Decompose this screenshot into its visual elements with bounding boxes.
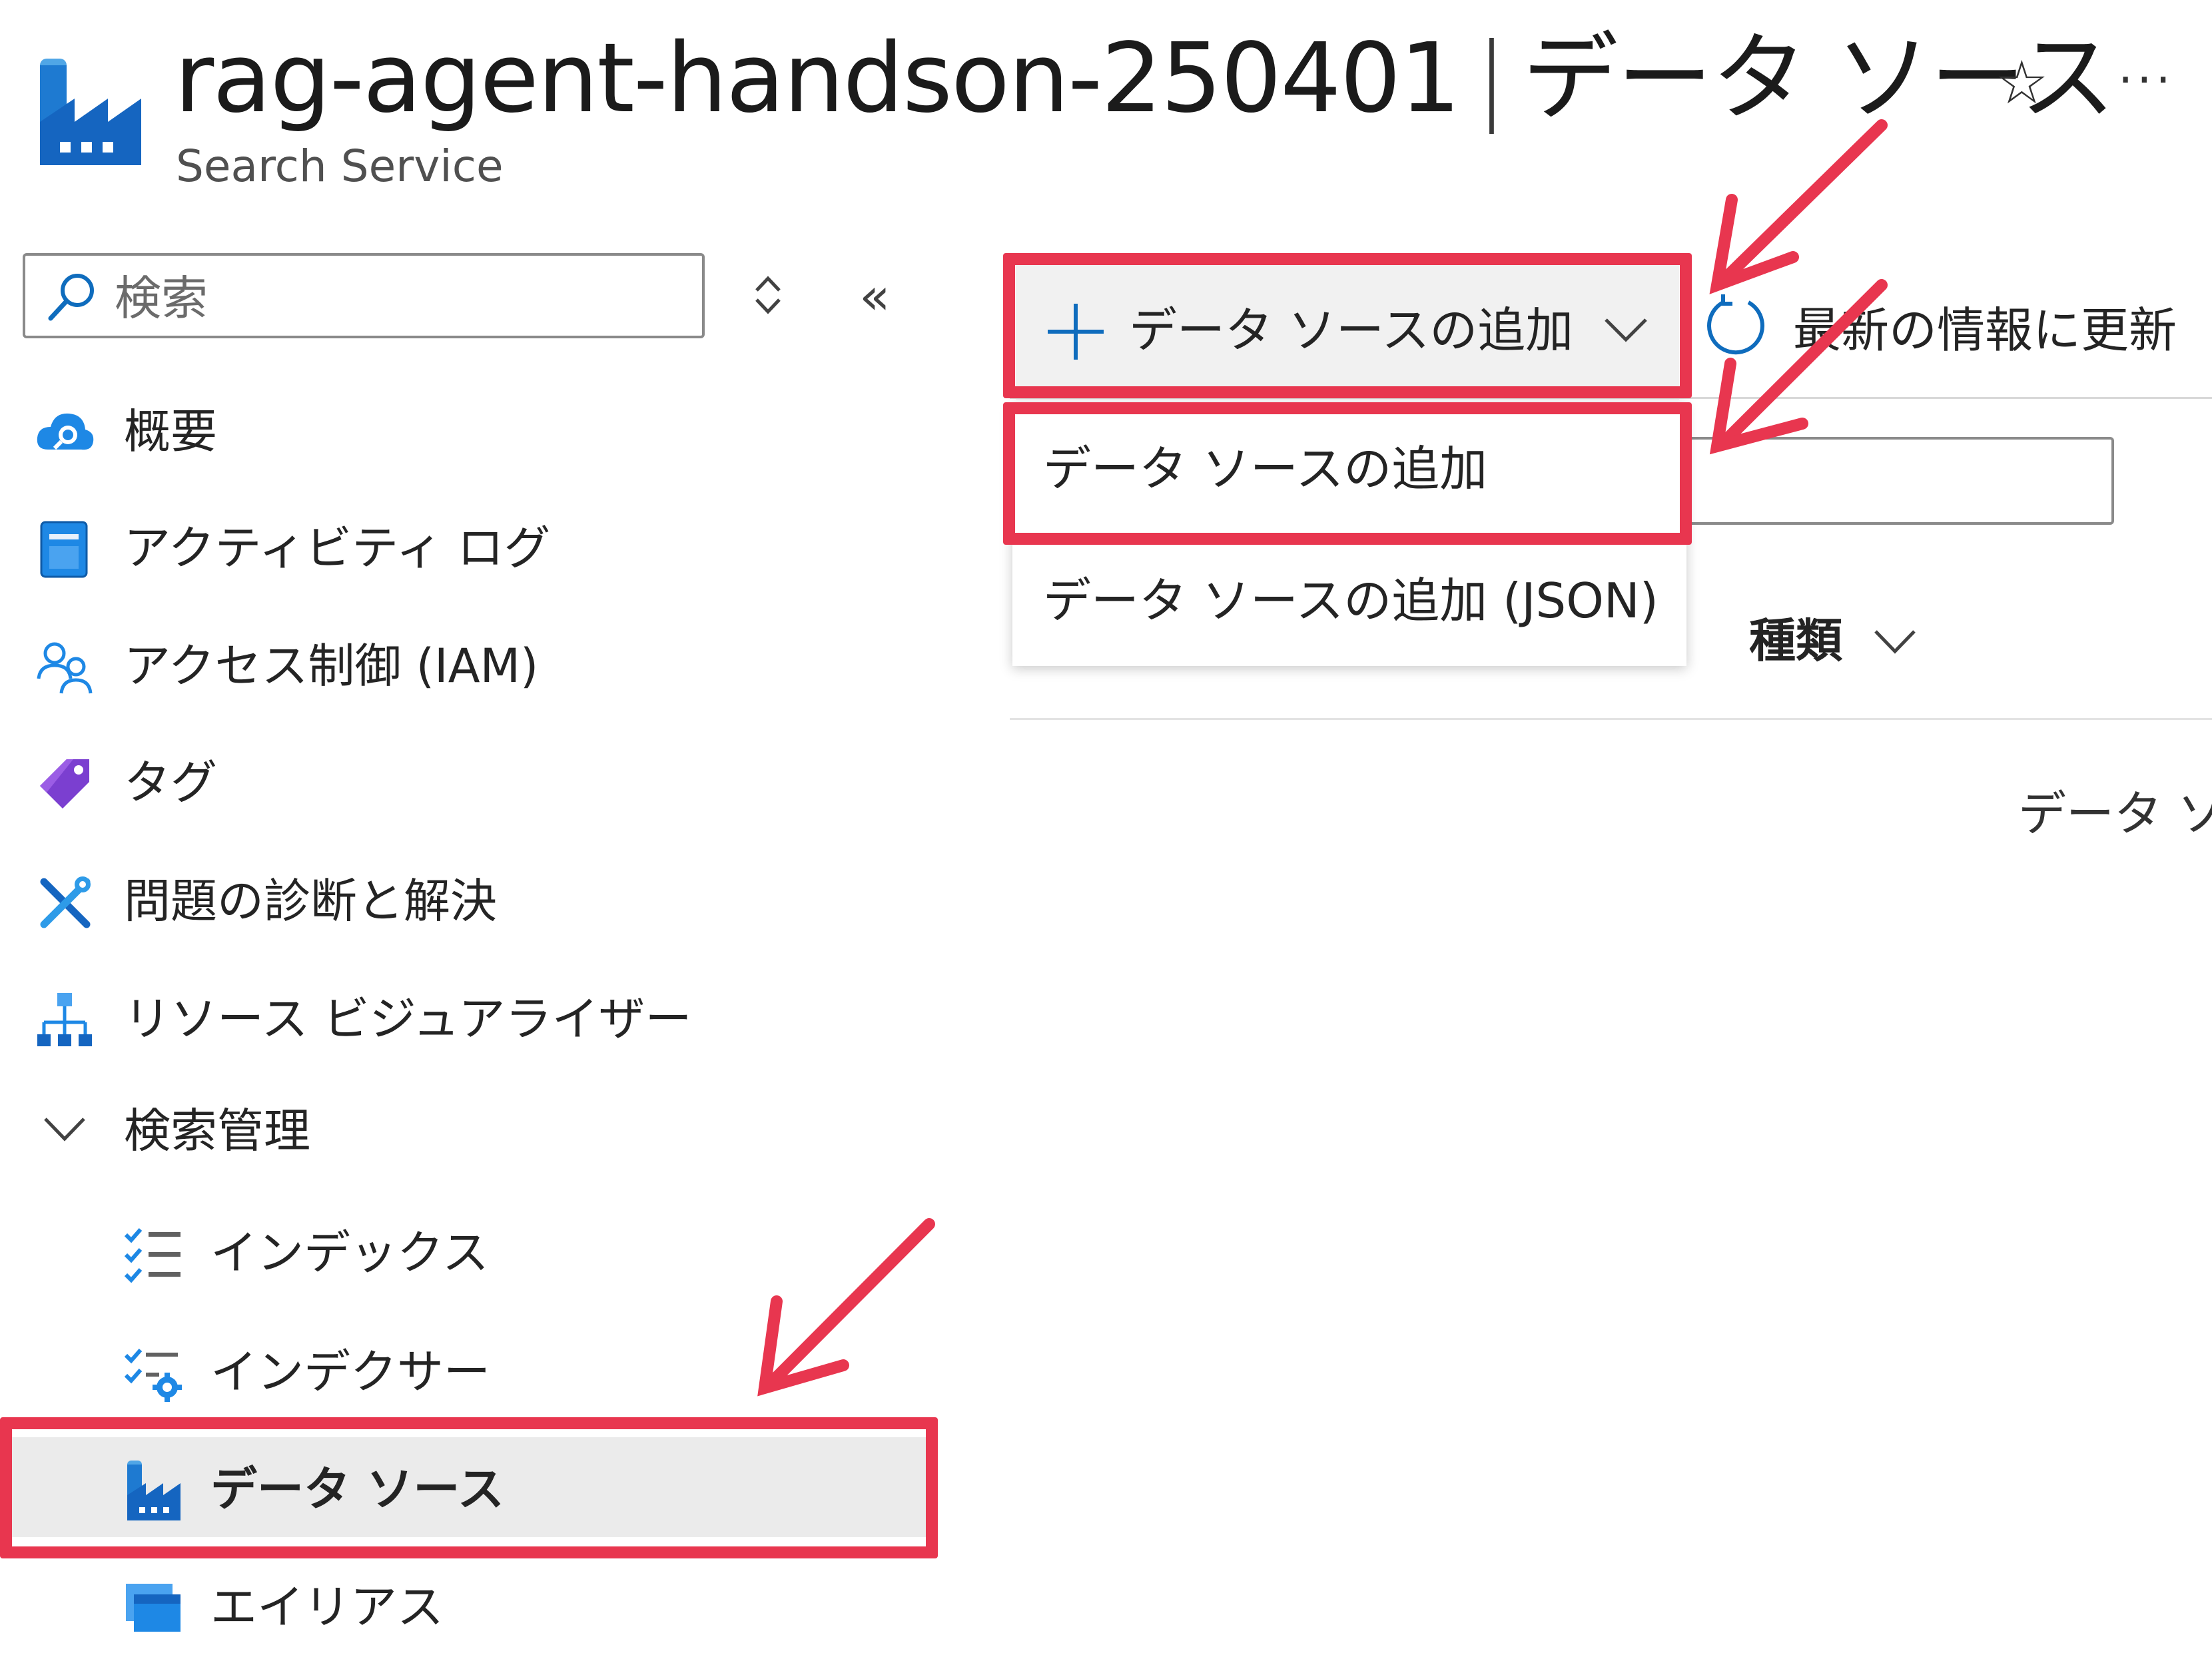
annotation-arrows [757,119,1888,1397]
arrow-to-add-button [1719,119,1888,284]
arrow-to-add-menu-item [1720,279,1888,446]
arrow-to-data-source-nav [768,1218,935,1386]
